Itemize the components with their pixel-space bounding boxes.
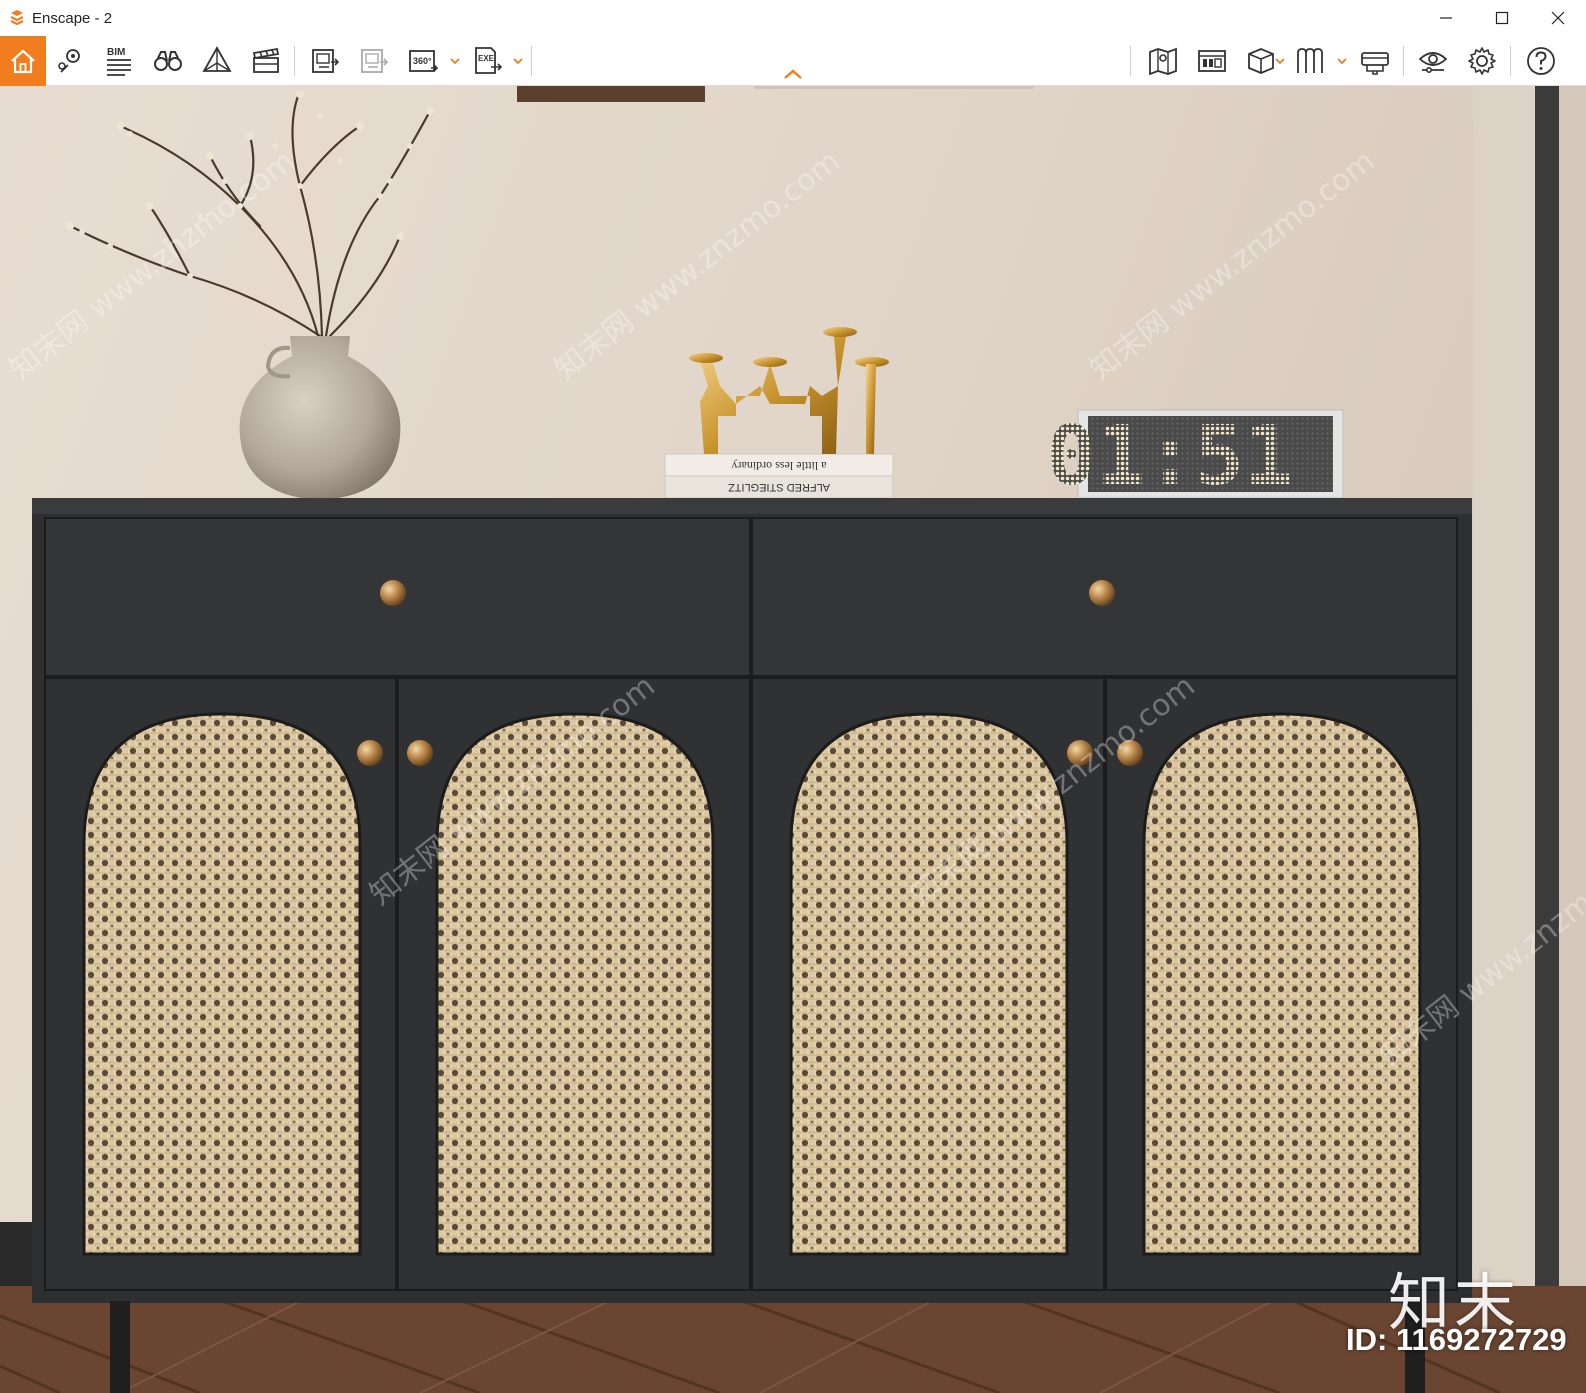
- panorama-button[interactable]: 360°: [403, 41, 443, 81]
- bim-label: BIM: [107, 47, 125, 58]
- led-clock: 01:51: [1047, 409, 1344, 504]
- door-panel: [1473, 86, 1535, 1393]
- settings-button[interactable]: [1462, 41, 1502, 81]
- pyramid-icon: [202, 46, 232, 72]
- panorama-dropdown[interactable]: [449, 54, 461, 68]
- view-mode-dropdown[interactable]: [1274, 54, 1286, 68]
- wall-frame: [517, 86, 705, 102]
- chevron-up-icon[interactable]: [781, 66, 805, 82]
- visual-settings-icon: [1418, 52, 1448, 73]
- image-id-label: ID: 1169272729: [1346, 1322, 1567, 1357]
- drawer-knob: [1089, 580, 1115, 606]
- clock-display: 01:51: [1047, 409, 1294, 504]
- minimize-icon: [1440, 17, 1452, 19]
- settings-gear-icon: [1468, 47, 1496, 75]
- perspective-button[interactable]: [197, 41, 237, 81]
- rattan-panel: [1142, 712, 1422, 1256]
- bim-list-icon: BIM: [107, 47, 131, 76]
- chevron-down-icon: [1275, 58, 1285, 65]
- export-exe-button[interactable]: EXE: [467, 41, 507, 81]
- batch-render-disabled-button[interactable]: [354, 41, 394, 81]
- exe-label: EXE: [478, 54, 495, 63]
- enscape-window: Enscape - 2 BIM 360° EXE a little less o…: [0, 0, 1586, 1393]
- batch-render-button[interactable]: [305, 41, 345, 81]
- asset-library-button[interactable]: [1192, 41, 1232, 81]
- drawer-knob: [380, 580, 406, 606]
- visual-settings-button[interactable]: [1413, 41, 1453, 81]
- help-icon: [1527, 47, 1555, 75]
- toolbar-separator: [531, 46, 532, 76]
- binoculars-icon: [154, 51, 182, 71]
- title-bar: Enscape - 2: [0, 0, 1586, 36]
- chevron-down-icon: [1337, 58, 1347, 65]
- door-frame: [1535, 86, 1559, 1393]
- map-pin-icon: [58, 49, 80, 73]
- video-editor-button[interactable]: [246, 41, 286, 81]
- chevron-down-icon: [513, 58, 523, 65]
- cube-view-icon: [1248, 48, 1274, 74]
- map-view-icon: [1149, 47, 1177, 76]
- panorama-360-icon: 360°: [409, 50, 439, 72]
- door-knob: [357, 740, 383, 766]
- book-author: ALFRED STIEGLITZ: [728, 481, 830, 493]
- material-editor-button[interactable]: [1290, 41, 1330, 81]
- maximize-icon: [1495, 11, 1509, 25]
- enscape-logo-icon: [10, 10, 24, 26]
- window-controls: [1418, 0, 1586, 36]
- bim-info-button[interactable]: BIM: [99, 41, 139, 81]
- main-toolbar: BIM 360° EXE: [0, 36, 1586, 86]
- clapper-icon: [252, 47, 280, 73]
- close-icon: [1551, 11, 1565, 25]
- wall-edge: [1559, 86, 1586, 1393]
- help-button[interactable]: [1521, 41, 1561, 81]
- close-button[interactable]: [1530, 0, 1586, 36]
- map-button[interactable]: [1143, 41, 1183, 81]
- toolbar-separator: [294, 46, 295, 76]
- toolbar-separator: [1130, 46, 1131, 76]
- render-viewport[interactable]: a little less ordinary ALFRED STIEGLITZ …: [0, 86, 1586, 1393]
- asset-library-icon: [1198, 50, 1226, 72]
- vr-headset-button[interactable]: [1355, 41, 1395, 81]
- rattan-panel: [82, 712, 362, 1256]
- material-dropdown[interactable]: [1336, 54, 1348, 68]
- batch-render-icon: [312, 49, 340, 73]
- minimize-button[interactable]: [1418, 0, 1474, 36]
- material-editor-icon: [1297, 48, 1323, 73]
- synced-view-button[interactable]: [50, 41, 90, 81]
- maximize-button[interactable]: [1474, 0, 1530, 36]
- chevron-down-icon: [450, 58, 460, 65]
- home-button[interactable]: [0, 36, 46, 86]
- export-dropdown[interactable]: [512, 54, 524, 68]
- batch-render-disabled-icon: [361, 49, 389, 73]
- wall-shelf: [754, 86, 1034, 89]
- export-exe-icon: EXE: [475, 47, 503, 74]
- walk-mode-button[interactable]: [148, 41, 188, 81]
- scene-render: a little less ordinary ALFRED STIEGLITZ …: [0, 86, 1586, 1393]
- toolbar-separator: [1510, 46, 1511, 76]
- window-title: Enscape - 2: [32, 9, 113, 27]
- toolbar-separator: [1403, 46, 1404, 76]
- door-knob: [407, 740, 433, 766]
- pano-label: 360°: [413, 56, 432, 66]
- home-icon: [11, 49, 35, 74]
- baseboard: [0, 1222, 36, 1286]
- sideboard-cabinet: [32, 498, 1472, 1393]
- vr-headset-icon: [1361, 52, 1389, 75]
- book-title: a little less ordinary: [732, 459, 827, 473]
